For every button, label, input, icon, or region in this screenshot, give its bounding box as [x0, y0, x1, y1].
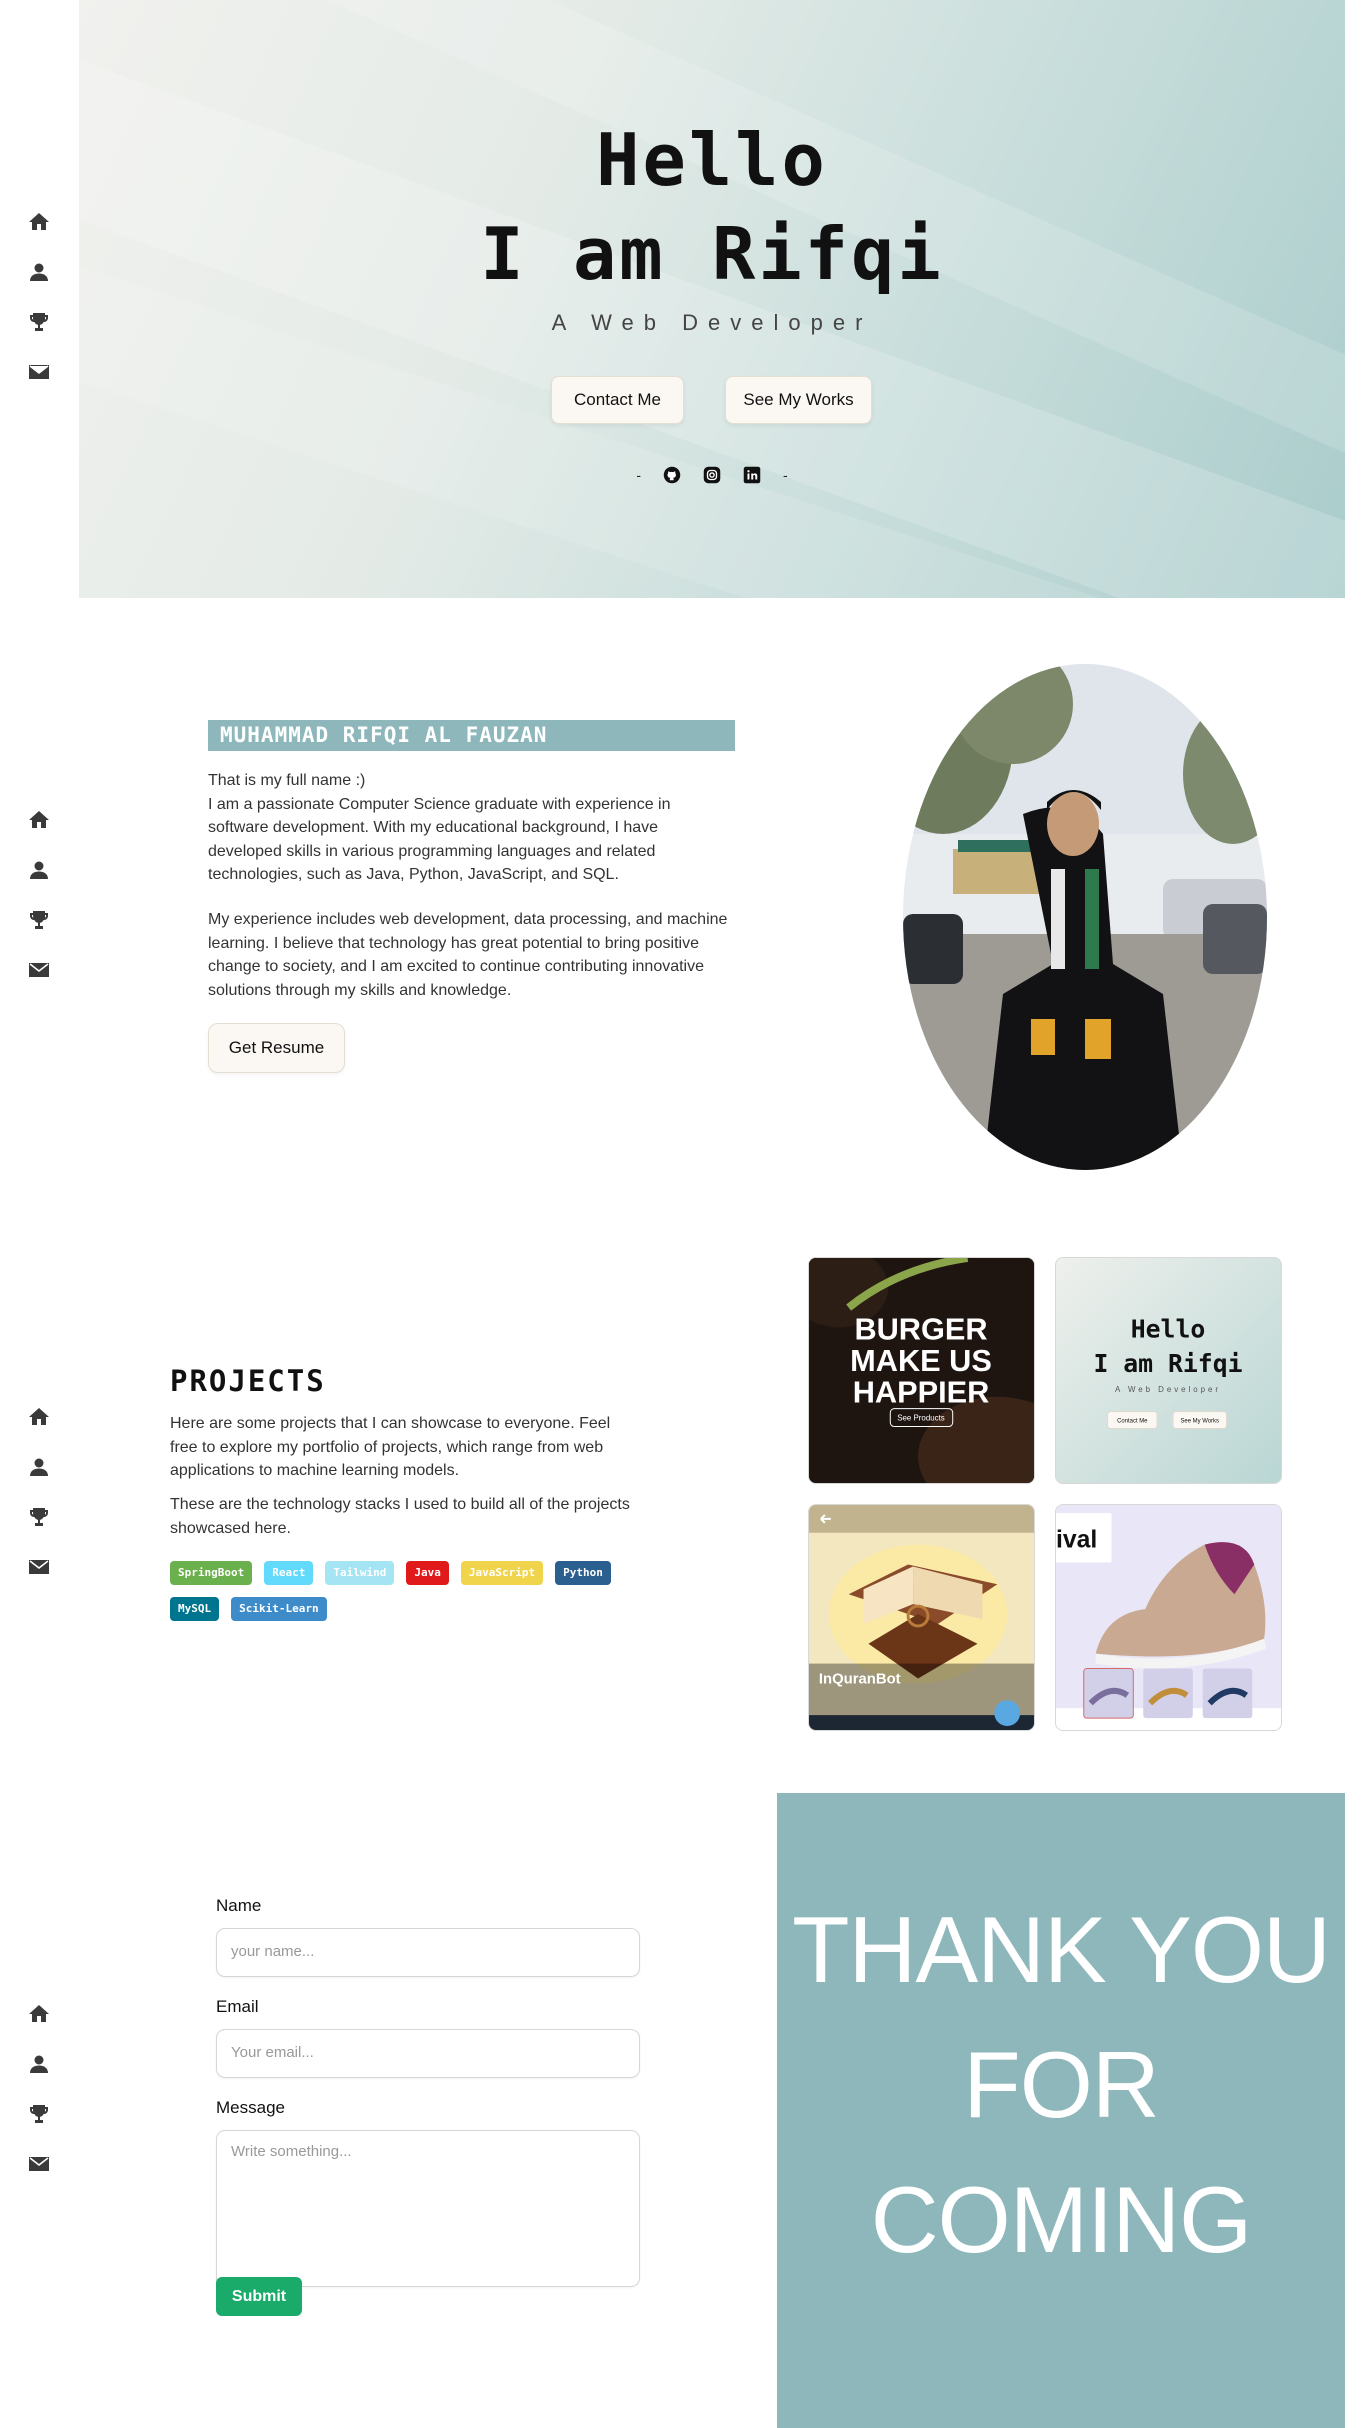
see-my-works-button[interactable]: See My Works — [725, 376, 872, 424]
hero-section: Hello I am Rifqi A Web Developer Contact… — [79, 0, 1345, 598]
social-dash: - — [783, 467, 788, 483]
email-input[interactable]: Your email... — [216, 2029, 640, 2078]
tag-javascript: JavaScript — [460, 1561, 544, 1585]
get-resume-button[interactable]: Get Resume — [208, 1023, 345, 1073]
tag-react: React — [264, 1561, 314, 1585]
about-paragraph-1: That is my full name :) I am a passionat… — [208, 769, 735, 887]
project-burger-tile[interactable]: BURGER MAKE US HAPPIER See Products — [808, 1257, 1035, 1484]
trophy-icon[interactable] — [27, 310, 51, 334]
contact-me-button[interactable]: Contact Me — [551, 376, 684, 424]
mail-icon[interactable] — [27, 360, 51, 384]
about-body-1: I am a passionate Computer Science gradu… — [208, 795, 671, 884]
tag-java: Java — [406, 1561, 449, 1585]
message-textarea[interactable]: Write something... — [216, 2130, 640, 2287]
projects-title: PROJECTS — [170, 1364, 326, 1398]
burger-line1: BURGER — [854, 1311, 987, 1346]
thanks-line-2: FOR — [963, 2032, 1159, 2137]
project-shoe-store-tile[interactable]: ival — [1055, 1504, 1282, 1731]
hero-name: I am Rifqi — [480, 212, 944, 296]
thank-you-panel: THANK YOU FOR COMING — [777, 1793, 1345, 2428]
tag-springboot: SpringBoot — [170, 1561, 253, 1585]
trophy-icon[interactable] — [27, 908, 51, 932]
project-portfolio-tile[interactable]: Hello I am Rifqi A Web Developer Contact… — [1055, 1257, 1282, 1484]
burger-line3: HAPPIER — [853, 1375, 990, 1410]
about-paragraph-2: My experience includes web development, … — [208, 911, 728, 999]
email-label: Email — [216, 1997, 259, 2016]
project-inquranbot-tile[interactable]: InQuranBot — [808, 1504, 1035, 1731]
home-icon[interactable] — [27, 210, 51, 234]
full-name-banner: MUHAMMAD RIFQI AL FAUZAN — [208, 720, 735, 751]
side-nav — [24, 1405, 54, 1579]
linkedin-icon[interactable] — [743, 466, 761, 484]
side-nav — [24, 808, 54, 982]
hero-subtitle: A Web Developer — [551, 310, 873, 335]
trophy-icon[interactable] — [27, 2102, 51, 2126]
side-nav — [24, 2002, 54, 2176]
social-dash: - — [636, 467, 641, 483]
tag-python: Python — [555, 1561, 611, 1585]
home-icon[interactable] — [27, 1405, 51, 1429]
projects-description: Here are some projects that I can showca… — [170, 1415, 611, 1479]
tag-scikit-learn: Scikit-Learn — [231, 1597, 327, 1621]
side-nav — [24, 210, 54, 384]
portfolio-b2: See My Works — [1180, 1419, 1219, 1425]
name-input[interactable]: your name... — [216, 1928, 640, 1977]
burger-products-button: See Products — [897, 1414, 945, 1423]
social-links: - - — [79, 466, 1345, 484]
message-label: Message — [216, 2098, 285, 2117]
home-icon[interactable] — [27, 808, 51, 832]
submit-button[interactable]: Submit — [216, 2277, 302, 2316]
shoe-partial-text: ival — [1056, 1527, 1097, 1554]
user-icon[interactable] — [27, 2052, 51, 2076]
quran-title: InQuranBot — [819, 1671, 901, 1687]
portfolio-line1: Hello — [1131, 1314, 1206, 1343]
portfolio-sub: A Web Developer — [1115, 1385, 1221, 1394]
trophy-icon[interactable] — [27, 1505, 51, 1529]
tag-tailwind: Tailwind — [325, 1561, 395, 1585]
about-intro: That is my full name :) — [208, 772, 366, 789]
hero-greeting: Hello — [596, 118, 828, 202]
home-icon[interactable] — [27, 2002, 51, 2026]
thanks-line-3: COMING — [870, 2167, 1252, 2272]
mail-icon[interactable] — [27, 1555, 51, 1579]
thanks-line-1: THANK YOU — [792, 1897, 1331, 2002]
mail-icon[interactable] — [27, 2152, 51, 2176]
portfolio-line2: I am Rifqi — [1093, 1349, 1242, 1378]
portfolio-b1: Contact Me — [1117, 1419, 1148, 1425]
github-icon[interactable] — [663, 466, 681, 484]
user-icon[interactable] — [27, 260, 51, 284]
instagram-icon[interactable] — [703, 466, 721, 484]
projects-stack-description: These are the technology stacks I used t… — [170, 1496, 630, 1537]
profile-photo — [903, 664, 1267, 1170]
mail-icon[interactable] — [27, 958, 51, 982]
name-label: Name — [216, 1896, 262, 1915]
user-icon[interactable] — [27, 858, 51, 882]
burger-line2: MAKE US — [850, 1343, 992, 1378]
tech-stack-tags: SpringBoot React Tailwind Java JavaScrip… — [170, 1561, 630, 1621]
user-icon[interactable] — [27, 1455, 51, 1479]
tag-mysql: MySQL — [170, 1597, 220, 1621]
